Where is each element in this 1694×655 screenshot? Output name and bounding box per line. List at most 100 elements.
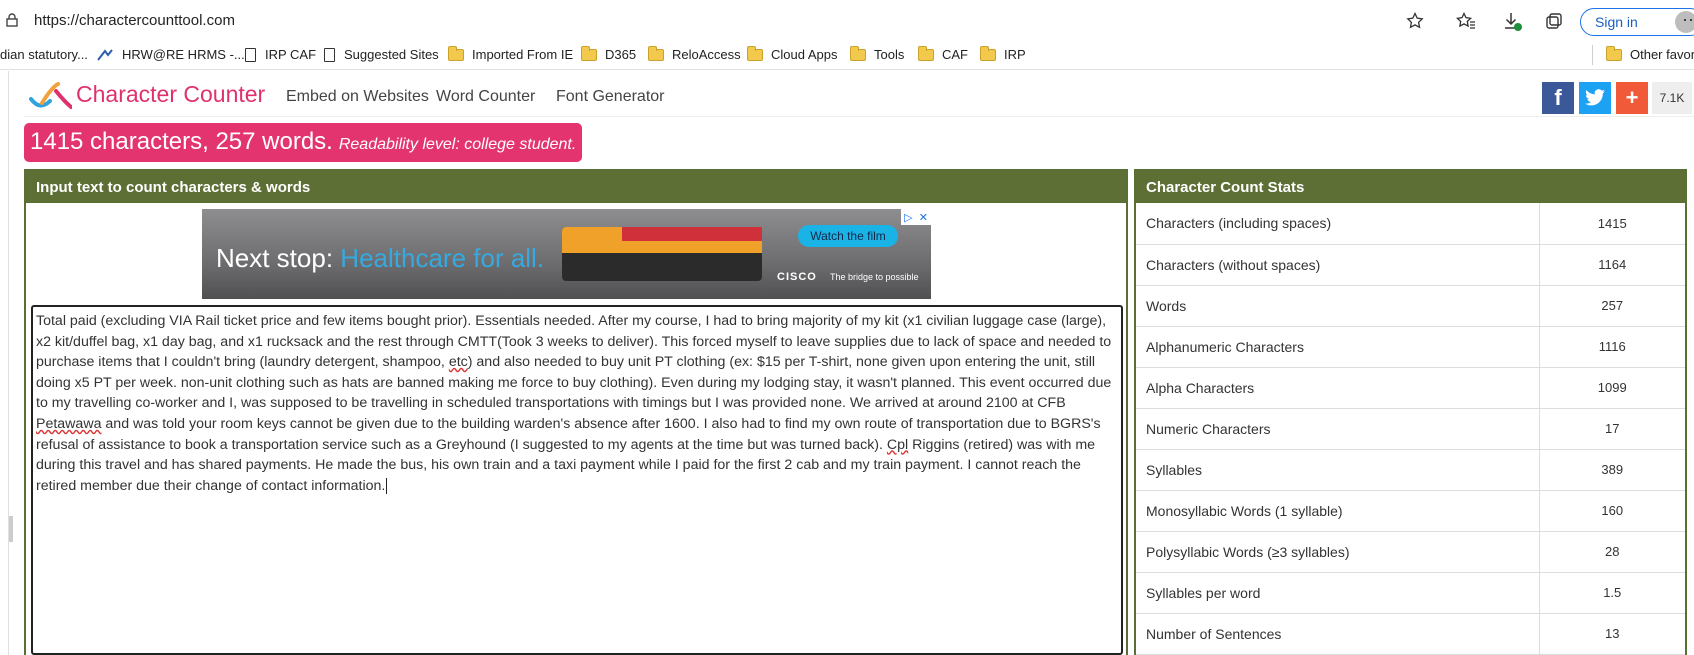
- input-panel: Input text to count characters & words N…: [24, 169, 1128, 655]
- stats-row: Monosyllabic Words (1 syllable) 160: [1136, 490, 1685, 532]
- page-icon: [324, 47, 335, 62]
- bookmark-item[interactable]: ReloAccess: [648, 45, 741, 62]
- stats-row: Characters (including spaces) 1415: [1136, 203, 1685, 245]
- stats-panel: Character Count Stats Characters (includ…: [1134, 169, 1687, 655]
- ad-brand: CISCO: [777, 271, 817, 283]
- facebook-icon: f: [1554, 85, 1562, 110]
- bookmark-item[interactable]: IRP CAF: [245, 47, 316, 62]
- stats-row: Numeric Characters 17: [1136, 408, 1685, 450]
- stats-row: Syllables per word 1.5: [1136, 572, 1685, 614]
- folder-icon: [448, 45, 464, 61]
- stats-row: Polysyllabic Words (≥3 syllables) 28: [1136, 531, 1685, 573]
- ad-cta-button[interactable]: Watch the film: [798, 225, 898, 247]
- input-panel-title: Input text to count characters & words: [26, 171, 1126, 203]
- bookmark-item[interactable]: dian statutory...: [0, 47, 88, 62]
- stat-label: Number of Sentences: [1136, 613, 1540, 655]
- bookmark-item[interactable]: D365: [581, 45, 637, 62]
- bookmark-item[interactable]: Imported From IE: [448, 45, 574, 62]
- ad-headline-a: Next stop:: [216, 243, 334, 273]
- bookmark-label: Imported From IE: [472, 47, 574, 62]
- misspelled-word[interactable]: Cpl: [887, 437, 908, 453]
- bookmark-item[interactable]: Cloud Apps: [747, 45, 838, 62]
- ad-choices[interactable]: ▷ ✕: [901, 209, 931, 225]
- folder-icon: [581, 45, 597, 61]
- stat-label: Characters (without spaces): [1136, 244, 1540, 286]
- stats-row: Alphanumeric Characters 1116: [1136, 326, 1685, 368]
- downloads-icon[interactable]: [1501, 10, 1523, 32]
- bookmark-label: IRP CAF: [265, 47, 317, 62]
- more-menu-icon[interactable]: ⋯: [1682, 10, 1694, 31]
- nav-word-counter[interactable]: Word Counter: [436, 88, 535, 106]
- stat-value: 1415: [1539, 203, 1685, 245]
- stat-value: 1116: [1539, 326, 1685, 368]
- stats-row: Words 257: [1136, 285, 1685, 327]
- bookmark-item[interactable]: CAF: [918, 45, 968, 62]
- nav-embed-on-websites[interactable]: Embed on Websites: [286, 88, 429, 106]
- bookmarks-divider: [1592, 45, 1593, 65]
- add-favorite-icon[interactable]: [1404, 10, 1426, 32]
- stats-row: Syllables 389: [1136, 449, 1685, 491]
- bookmark-label: CAF: [942, 47, 968, 62]
- stats-table: Characters (including spaces) 1415 Charac…: [1136, 203, 1685, 655]
- plus-icon: +: [1625, 85, 1639, 110]
- bookmark-label: ReloAccess: [672, 47, 741, 62]
- bookmark-item[interactable]: IRP: [980, 45, 1026, 62]
- twitter-share-button[interactable]: [1579, 82, 1611, 114]
- scroll-grip[interactable]: [9, 516, 13, 542]
- site-brand[interactable]: Character Counter: [76, 81, 265, 108]
- lock-icon[interactable]: [6, 13, 18, 27]
- bookmark-label: HRW@RE HRMS -...: [122, 47, 245, 62]
- address-bar: https://charactercounttool.com Sign in: [0, 0, 1694, 40]
- site-header: Character Counter Embed on Websites Word…: [24, 75, 1694, 117]
- stat-value: 257: [1539, 285, 1685, 327]
- stats-row: Number of Sentences 13: [1136, 613, 1685, 655]
- share-count: 7.1K: [1652, 82, 1692, 114]
- misspelled-word[interactable]: etc: [449, 354, 468, 370]
- bookmarks-bar: dian statutory... HRW@RE HRMS -... IRP C…: [0, 40, 1694, 70]
- summary-banner: 1415 characters, 257 words. Readability …: [24, 123, 583, 162]
- stat-value: 28: [1539, 531, 1685, 573]
- facebook-share-button[interactable]: f: [1542, 82, 1574, 114]
- bookmark-label: D365: [605, 47, 637, 62]
- stat-label: Alpha Characters: [1136, 367, 1540, 409]
- stat-label: Words: [1136, 285, 1540, 327]
- misspelled-word[interactable]: Petawawa: [36, 416, 101, 432]
- text-input-area[interactable]: Total paid (excluding VIA Rail ticket pr…: [31, 305, 1123, 655]
- logo-icon[interactable]: [28, 81, 72, 111]
- advertisement[interactable]: Next stop: Healthcare for all. Watch the…: [202, 209, 931, 299]
- summary-counts: 1415 characters, 257 words.: [30, 128, 333, 155]
- favorites-icon[interactable]: [1455, 10, 1477, 32]
- folder-icon: [747, 45, 763, 61]
- folder-icon: [1606, 45, 1622, 61]
- bookmark-item[interactable]: HRW@RE HRMS -...: [96, 47, 245, 62]
- adchoices-icon[interactable]: ▷: [904, 211, 912, 224]
- stat-value: 1099: [1539, 367, 1685, 409]
- hrms-icon: [97, 48, 113, 61]
- add-share-button[interactable]: +: [1616, 82, 1648, 114]
- text-cursor: [386, 477, 388, 494]
- close-icon[interactable]: ✕: [919, 211, 928, 224]
- stat-label: Syllables: [1136, 449, 1540, 491]
- twitter-icon: [1585, 89, 1605, 106]
- stat-label: Numeric Characters: [1136, 408, 1540, 450]
- sign-in-button[interactable]: Sign in: [1580, 8, 1694, 36]
- bus-image: [562, 227, 762, 281]
- ad-headline-b: Healthcare for all.: [340, 243, 545, 273]
- stat-value: 13: [1539, 613, 1685, 655]
- bookmark-label: Tools: [874, 47, 905, 62]
- stat-value: 160: [1539, 490, 1685, 532]
- bookmark-label: IRP: [1004, 47, 1026, 62]
- stats-row: Characters (without spaces) 1164: [1136, 244, 1685, 286]
- ad-tagline: The bridge to possible: [830, 272, 919, 282]
- nav-font-generator[interactable]: Font Generator: [556, 88, 665, 106]
- collections-icon[interactable]: [1543, 10, 1565, 32]
- page-icon: [245, 47, 256, 62]
- url-field[interactable]: https://charactercounttool.com: [34, 12, 235, 29]
- stats-row: Alpha Characters 1099: [1136, 367, 1685, 409]
- bookmark-item[interactable]: Suggested Sites: [324, 47, 439, 62]
- bookmark-label: dian statutory...: [0, 47, 88, 62]
- other-favorites[interactable]: Other favorit: [1606, 45, 1694, 62]
- stat-label: Monosyllabic Words (1 syllable): [1136, 490, 1540, 532]
- stat-label: Characters (including spaces): [1136, 203, 1540, 245]
- bookmark-item[interactable]: Tools: [850, 45, 905, 62]
